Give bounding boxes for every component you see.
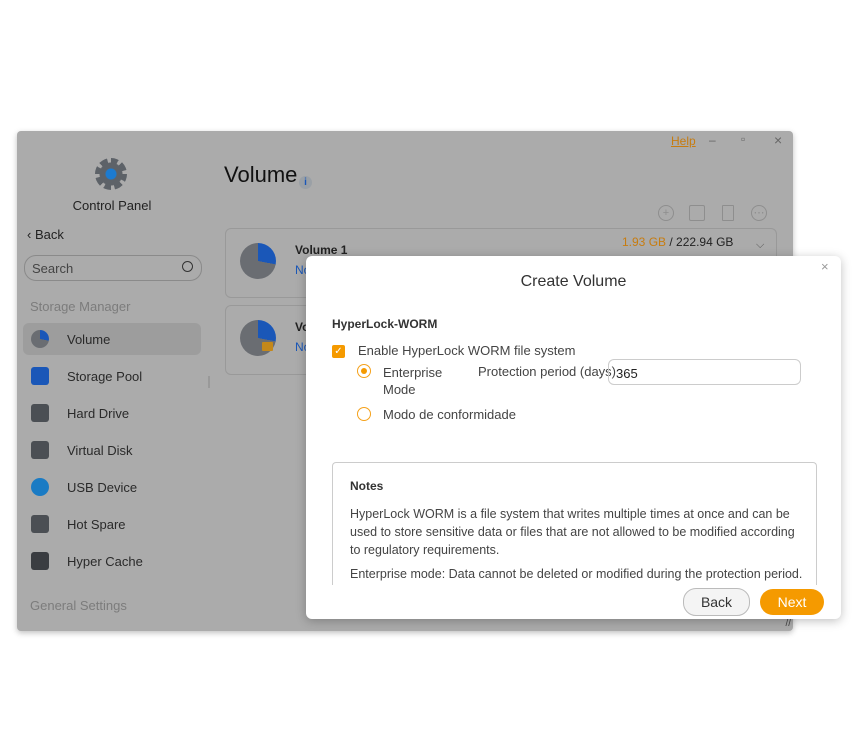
sidebar-item-virtual-disk[interactable]: Virtual Disk — [23, 434, 201, 466]
sidebar-item-hyper-cache[interactable]: Hyper Cache — [23, 545, 201, 577]
protection-period-input[interactable]: 365 — [608, 359, 801, 385]
notes-box: Notes HyperLock WORM is a file system th… — [332, 462, 817, 585]
back-button[interactable]: Back — [683, 588, 750, 616]
back-button[interactable]: ‹ Back — [27, 227, 64, 242]
close-button[interactable]: × — [774, 132, 782, 148]
enterprise-mode-radio[interactable] — [357, 364, 371, 378]
notes-text: HyperLock WORM is a file system that wri… — [350, 507, 795, 557]
page-title: Volume — [224, 162, 298, 187]
add-icon[interactable]: + — [658, 205, 674, 221]
enable-worm-checkbox[interactable]: ✓ — [332, 345, 345, 358]
protection-period-label: Protection period (days) — [478, 364, 617, 379]
lock-icon — [262, 342, 273, 351]
maximize-button[interactable]: ▫ — [741, 132, 745, 146]
info-icon[interactable]: i — [299, 176, 312, 189]
section-storage-manager: Storage Manager — [30, 299, 131, 314]
dialog-title: Create Volume — [520, 273, 627, 290]
compliance-mode-label: Modo de conformidade — [383, 407, 516, 422]
notes-text: Enterprise mode: Data cannot be deleted … — [350, 567, 803, 581]
section-general-settings: General Settings — [30, 598, 127, 613]
compliance-mode-radio[interactable] — [357, 407, 371, 421]
hot-spare-icon — [31, 515, 49, 533]
volume-name: Volume 1 — [295, 243, 348, 257]
virtual-disk-icon — [31, 441, 49, 459]
usb-icon — [31, 478, 49, 496]
expand-chevron-icon[interactable]: ⌵ — [756, 239, 764, 252]
enable-worm-label: Enable HyperLock WORM file system — [358, 343, 576, 358]
sidebar-item-hot-spare[interactable]: Hot Spare — [23, 508, 201, 540]
notes-title: Notes — [350, 479, 384, 493]
more-icon[interactable]: ⋯ — [751, 205, 767, 221]
delete-icon[interactable] — [722, 205, 734, 221]
help-link[interactable]: Help — [671, 134, 696, 148]
minimize-button[interactable]: – — [709, 133, 716, 147]
volume-pie-icon — [31, 330, 49, 348]
chevron-left-icon: ‹ — [27, 227, 35, 242]
volume-usage: 1.93 GB / 222.94 GB — [622, 235, 734, 249]
sidebar-scrollbar[interactable] — [208, 376, 210, 388]
search-input[interactable]: Search — [24, 255, 202, 281]
sidebar-item-usb-device[interactable]: USB Device — [23, 471, 201, 503]
section-heading: HyperLock-WORM — [332, 317, 438, 331]
sidebar-item-storage-pool[interactable]: Storage Pool — [23, 360, 201, 392]
hyper-cache-icon — [31, 552, 49, 570]
dialog-close-button[interactable]: × — [821, 259, 829, 274]
create-volume-dialog: Create Volume × HyperLock-WORM ✓ Enable … — [306, 256, 841, 619]
next-button[interactable]: Next — [760, 589, 824, 615]
storage-pool-icon — [31, 367, 49, 385]
resize-handle[interactable]: // — [785, 618, 791, 629]
gear-icon — [95, 158, 127, 190]
enterprise-mode-label: Enterprise Mode — [383, 365, 443, 397]
edit-icon[interactable] — [689, 205, 705, 221]
volume-pie-icon — [240, 243, 276, 279]
app-title: Control Panel — [72, 198, 152, 213]
sidebar-item-volume[interactable]: Volume — [23, 323, 201, 355]
search-icon — [182, 261, 193, 272]
sidebar-item-hard-drive[interactable]: Hard Drive — [23, 397, 201, 429]
hard-drive-icon — [31, 404, 49, 422]
